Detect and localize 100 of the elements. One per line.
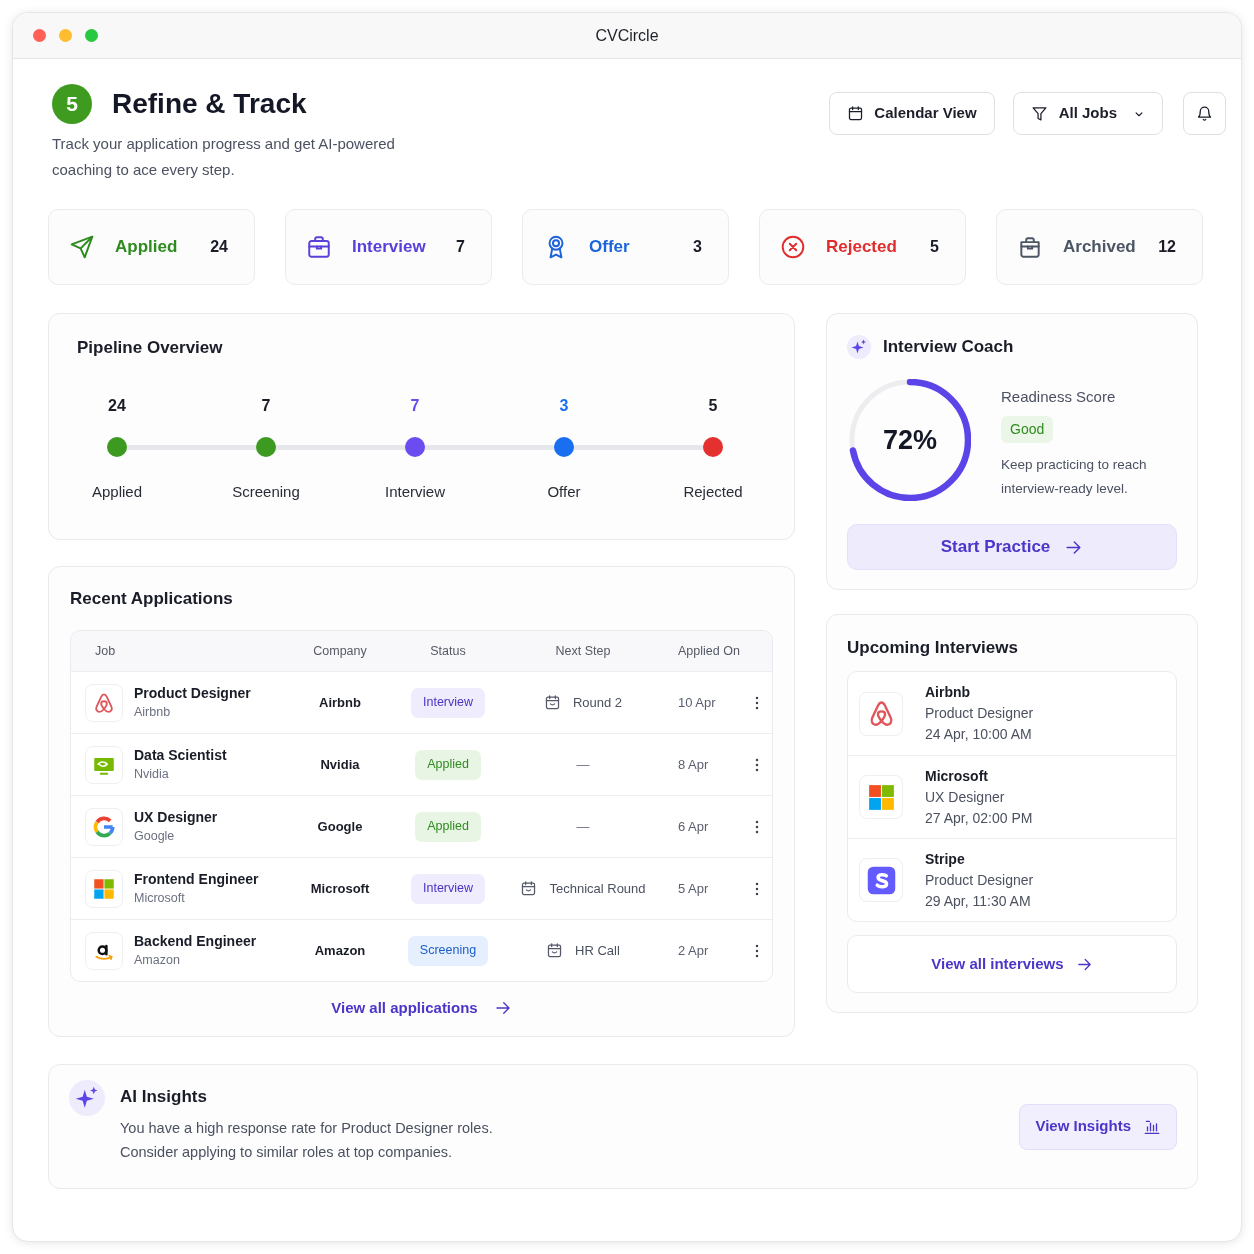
company-name: Google	[317, 817, 363, 836]
microsoft-logo-icon	[859, 775, 903, 819]
amazon-logo-icon	[85, 931, 123, 970]
job-title: Backend Engineer	[134, 932, 257, 951]
status-label: Interview	[352, 236, 426, 259]
page-title: Refine & Track	[112, 87, 307, 121]
job-title: Product Designer	[134, 684, 251, 703]
status-badge: Interview	[411, 687, 485, 718]
jobs-filter-dropdown[interactable]: All Jobs	[1012, 92, 1163, 135]
nvidia-logo-icon	[85, 745, 123, 784]
card-title: Interview Coach	[883, 336, 1014, 358]
company-name: Airbnb	[319, 693, 361, 712]
company-name: Microsoft	[310, 879, 370, 898]
next-step-text: —	[576, 755, 590, 774]
status-count: 12	[1158, 237, 1176, 257]
interview-time: 24 Apr, 10:00 AM	[925, 725, 1032, 744]
page-subtitle: Track your application progress and get AI-powered coaching to ace every step.	[52, 134, 396, 180]
interview-company: Microsoft	[925, 766, 988, 786]
insight-text: Consider applying to similar roles at top companies.	[120, 1143, 453, 1162]
stage-count: 5	[708, 396, 718, 416]
card-title: Pipeline Overview	[77, 337, 223, 359]
job-company: Amazon	[134, 952, 180, 969]
applied-date: 5 Apr	[678, 879, 709, 898]
close-window-icon[interactable]	[33, 29, 46, 42]
interview-role: Product Designer	[925, 870, 1034, 890]
interview-time: 29 Apr, 11:30 AM	[925, 891, 1031, 911]
google-logo-icon	[85, 807, 123, 846]
status-badge: Interview	[411, 873, 485, 904]
readiness-score-label: Readiness Score	[1001, 387, 1116, 407]
job-title: Data Scientist	[134, 746, 227, 765]
column-header: Applied On	[678, 642, 740, 660]
status-label: Rejected	[826, 236, 897, 259]
bell-icon	[1196, 105, 1213, 122]
applied-date: 8 Apr	[678, 755, 709, 774]
airbnb-logo-icon	[859, 691, 903, 736]
job-title: UX Designer	[134, 808, 218, 827]
card-title: AI Insights	[120, 1086, 207, 1108]
notifications-button[interactable]	[1183, 92, 1226, 135]
arrow-right-icon	[493, 999, 512, 1017]
rating-badge: Good	[1001, 416, 1054, 443]
readiness-score-value: 72%	[882, 423, 937, 457]
calendar-icon	[543, 694, 561, 711]
next-step-text: Technical Round	[549, 879, 646, 898]
card-title: Recent Applications	[70, 588, 233, 610]
status-label: Applied	[115, 236, 178, 259]
readiness-note: Keep practicing to reach interview-ready level.	[1001, 456, 1148, 498]
calendar-icon	[847, 105, 865, 122]
interview-role: UX Designer	[925, 787, 1005, 807]
insight-text: You have a high response rate for Product Designer roles.	[120, 1119, 493, 1138]
stage-count: 3	[559, 396, 569, 416]
card-title: Upcoming Interviews	[847, 637, 1018, 659]
status-badge: Screening	[407, 935, 489, 966]
stage-label: Interview	[385, 482, 445, 502]
job-company: Airbnb	[134, 704, 171, 721]
stage-label: Offer	[547, 482, 581, 502]
calendar-icon	[520, 880, 538, 897]
status-label: Offer	[589, 236, 630, 259]
sparkles-icon	[847, 335, 871, 359]
calendar-view-button[interactable]: Calendar View	[829, 92, 995, 135]
next-step-text: —	[576, 817, 590, 836]
stage-count: 7	[410, 396, 420, 416]
view-all-applications-link[interactable]: View all applications	[331, 996, 512, 1020]
applied-date: 6 Apr	[678, 817, 709, 836]
job-company: Microsoft	[134, 890, 185, 907]
view-all-interviews-button[interactable]: View all interviews	[847, 935, 1177, 993]
job-company: Google	[134, 828, 175, 845]
interview-role: Product Designer	[925, 704, 1034, 723]
column-header: Company	[313, 642, 367, 660]
calendar-icon	[546, 942, 564, 959]
next-step-text: HR Call	[575, 941, 620, 960]
status-badge: Applied	[415, 749, 481, 780]
microsoft-logo-icon	[85, 869, 123, 908]
start-practice-button[interactable]: Start Practice	[847, 524, 1177, 570]
job-title: Frontend Engineer	[134, 870, 259, 889]
stage-count: 7	[261, 396, 271, 416]
step-number-badge: 5	[52, 84, 92, 124]
status-count: 24	[210, 237, 228, 257]
job-company: Nvidia	[134, 766, 169, 783]
next-step-text: Round 2	[572, 693, 623, 712]
status-count: 3	[693, 237, 702, 257]
status-label: Archived	[1063, 236, 1136, 259]
company-name: Nvidia	[320, 755, 360, 774]
stage-label: Screening	[232, 482, 300, 502]
company-name: Amazon	[314, 941, 366, 960]
interview-company: Airbnb	[925, 683, 971, 702]
status-count: 7	[456, 237, 465, 257]
stripe-logo-icon	[859, 858, 903, 902]
column-header: Next Step	[555, 642, 611, 660]
stage-label: Rejected	[683, 482, 743, 502]
filter-icon	[1030, 105, 1048, 122]
applied-date: 2 Apr	[678, 941, 709, 960]
status-count: 5	[930, 237, 939, 257]
column-header: Status	[430, 642, 466, 660]
airbnb-logo-icon	[85, 683, 123, 722]
column-header: Job	[95, 642, 116, 660]
view-insights-button[interactable]: View Insights	[1019, 1103, 1177, 1150]
stage-count: 24	[108, 396, 126, 416]
window-title: CVCircle	[595, 25, 659, 46]
applied-date: 10 Apr	[678, 693, 716, 712]
stage-label: Applied	[91, 482, 142, 502]
